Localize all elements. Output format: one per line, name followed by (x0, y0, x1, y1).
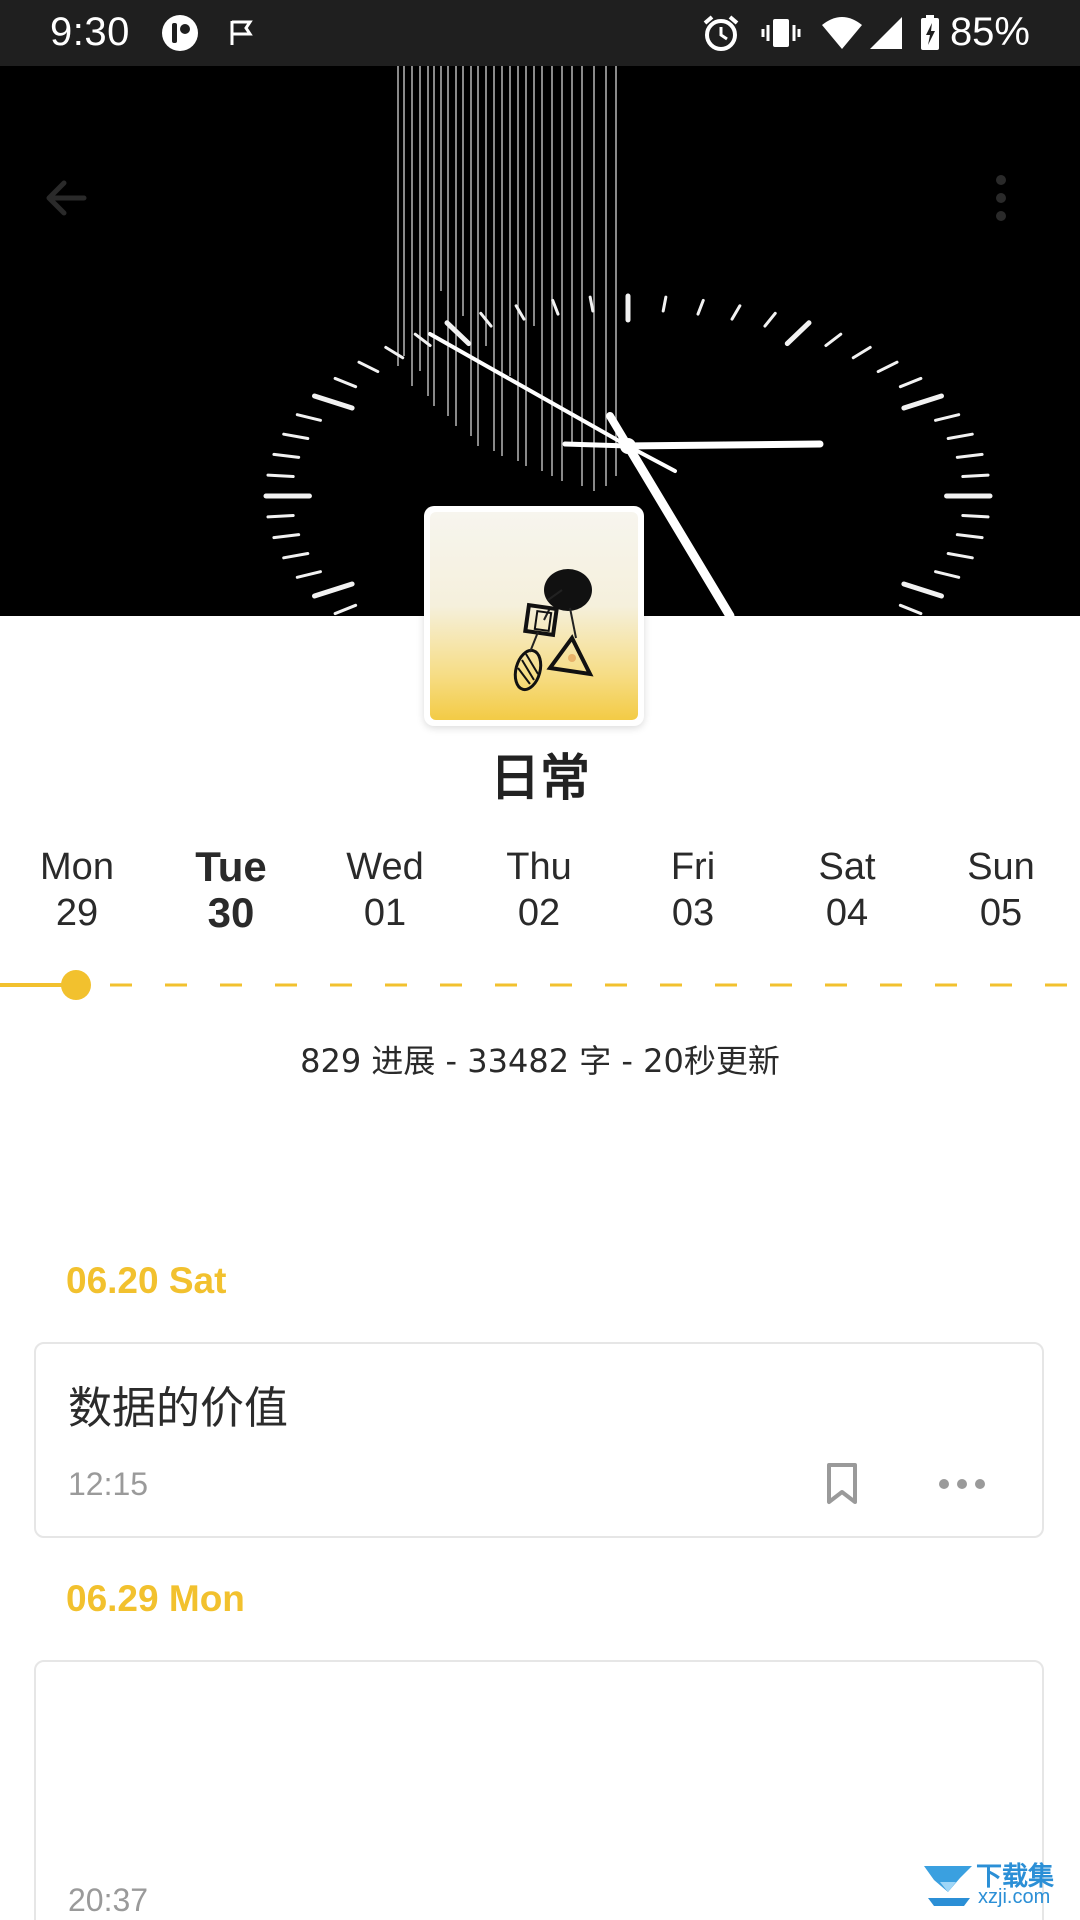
watermark-logo: 下载集 xzji.com (920, 1854, 1070, 1914)
more-horizontal-icon (939, 1479, 985, 1489)
day-name: Sun (967, 846, 1035, 888)
day-name: Thu (506, 846, 572, 888)
entry-title: 数据的价值 (68, 1383, 288, 1434)
notebook-stats: 829 进展 - 33482 字 - 20秒更新 (300, 1042, 780, 1080)
day-mon[interactable]: Mon 29 (7, 844, 147, 936)
notebook-cover-avatar[interactable] (424, 506, 644, 726)
bookmark-icon (827, 1463, 857, 1504)
entry-time: 12:15 (68, 1466, 149, 1502)
entry-card[interactable]: 数据的价值 12:15 (34, 1342, 1044, 1538)
signal-icon (870, 17, 902, 49)
entry-date-label: 06.20 Sat (66, 1260, 227, 1301)
day-name: Wed (346, 846, 424, 888)
battery-percent: 85% (949, 10, 1030, 54)
watermark-url: xzji.com (978, 1886, 1051, 1908)
day-date: 30 (207, 889, 255, 936)
back-button[interactable] (40, 172, 112, 244)
screen: 9:30 85% 日常 Mon 29 Tue 30 Wed 01 Thu 02 … (0, 0, 1080, 1920)
notebook-title: 日常 (490, 749, 590, 807)
entry-more-button[interactable] (932, 1456, 992, 1512)
day-date: 05 (979, 892, 1023, 934)
alarm-icon (703, 15, 739, 51)
day-date: 04 (825, 892, 869, 934)
day-date: 29 (55, 892, 99, 934)
clock-tick (266, 473, 295, 479)
day-name: Tue (195, 843, 267, 890)
arrow-left-icon (46, 180, 87, 216)
status-bar: 9:30 85% (0, 0, 1080, 66)
clock-tick (961, 473, 990, 479)
more-vertical-icon (996, 175, 1006, 221)
week-selector: Mon 29 Tue 30 Wed 01 Thu 02 Fri 03 Sat 0… (0, 844, 1080, 954)
day-sat[interactable]: Sat 04 (777, 844, 917, 936)
clock-tick (266, 513, 295, 519)
day-tue[interactable]: Tue 30 (161, 844, 301, 936)
more-options-button[interactable] (994, 172, 1054, 244)
day-fri[interactable]: Fri 03 (623, 844, 763, 936)
battery-charging-icon (921, 15, 939, 50)
day-date: 01 (363, 892, 407, 934)
flag-icon (230, 20, 253, 45)
day-name: Fri (670, 846, 716, 888)
day-date: 02 (517, 892, 561, 934)
day-sun[interactable]: Sun 05 (931, 844, 1071, 936)
day-name: Sat (818, 846, 876, 888)
vibrate-icon (761, 19, 801, 47)
timeline-current-marker[interactable] (61, 970, 91, 1000)
status-time: 9:30 (50, 10, 130, 54)
day-wed[interactable]: Wed 01 (315, 844, 455, 936)
watermark-icon (924, 1866, 972, 1906)
entry-card[interactable]: 20:37 (34, 1660, 1044, 1920)
mobile-sculpture-image (513, 569, 594, 692)
day-name: Mon (40, 846, 114, 888)
bookmark-button[interactable] (812, 1456, 872, 1512)
day-thu[interactable]: Thu 02 (469, 844, 609, 936)
entry-time: 20:37 (68, 1882, 149, 1918)
timeline-progress (0, 970, 1067, 1000)
day-date: 03 (671, 892, 715, 934)
clock-tick (961, 513, 990, 519)
wifi-icon (822, 17, 862, 49)
entry-date-label: 06.29 Mon (66, 1578, 245, 1619)
notebook-cover-image (430, 512, 638, 720)
app-notification-icon (162, 15, 198, 51)
